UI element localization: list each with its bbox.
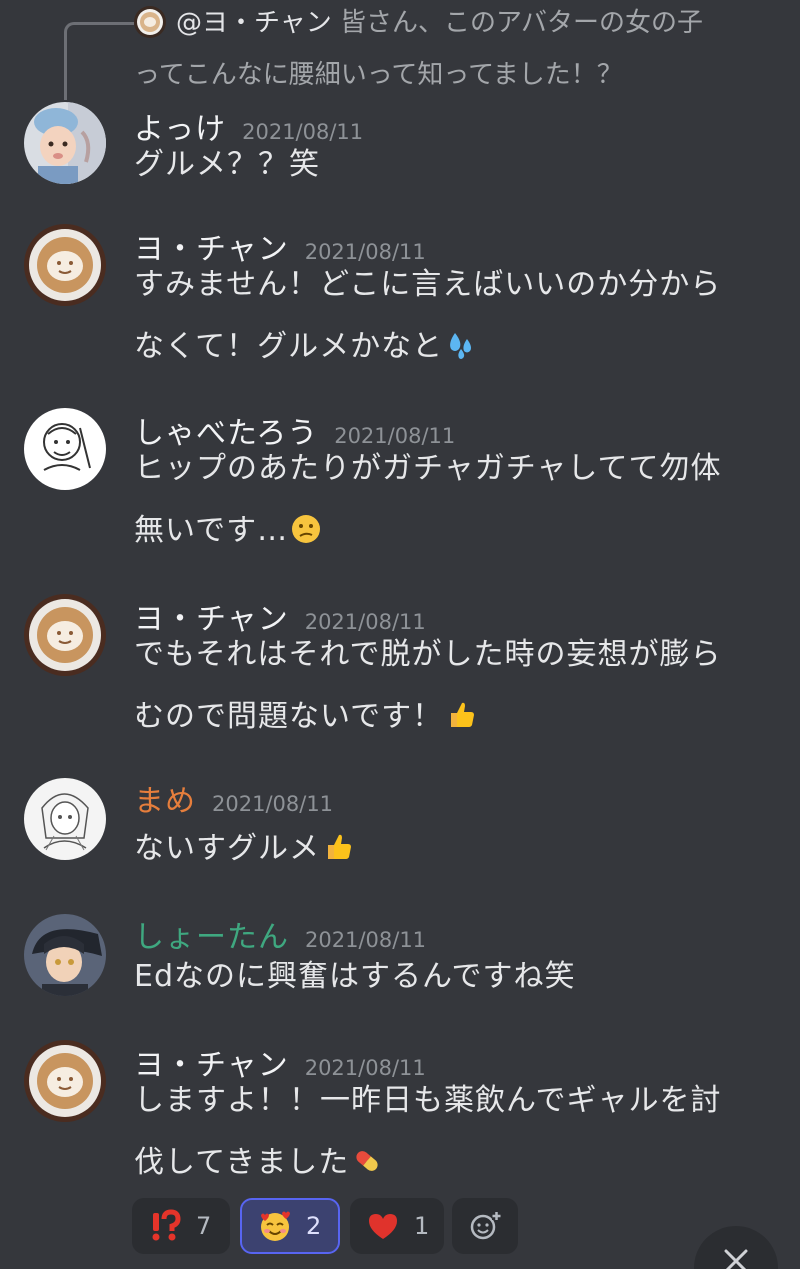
reaction-count: 1 (414, 1212, 430, 1240)
message-content: でもそれはそれで脱がした時の妄想が膨ら むので問題ないです！ (134, 624, 770, 748)
avatar[interactable] (24, 914, 106, 996)
message-line: グルメ？？笑 (134, 147, 320, 182)
interrobang-emoji (152, 1209, 181, 1241)
message-line-text: なくて！グルメかなと (134, 329, 444, 364)
avatar[interactable] (24, 1040, 106, 1122)
message-line: でもそれはそれで脱がした時の妄想が膨ら (134, 637, 722, 672)
author-name[interactable]: まめ (134, 784, 196, 819)
avatar[interactable] (24, 102, 106, 184)
message-line: すみません！どこに言えばいいのか分から (134, 267, 722, 302)
message-line: Edなのに興奮はするんですね笑 (134, 959, 576, 994)
message-line: ヒップのあたりがガチャガチャしてて勿体 (134, 451, 722, 486)
close-icon (724, 1249, 748, 1269)
message-content: Edなのに興奮はするんですね笑 (134, 946, 770, 1008)
timestamp: 2021/08/11 (212, 792, 334, 816)
message-line: しますよ！！一昨日も薬飲んでギャルを討 (134, 1083, 722, 1118)
thumbs-up-emoji (451, 702, 475, 727)
message-line-text: むので問題ないです！ (134, 699, 444, 734)
message-line: 伐してきました (134, 1132, 770, 1194)
avatar[interactable] (24, 594, 106, 676)
message-content: グルメ？？笑 (134, 134, 770, 196)
confused-face-emoji (292, 515, 321, 543)
thumbs-up-emoji (328, 834, 351, 859)
reaction-count: 7 (196, 1212, 212, 1240)
sweat-droplets-emoji (450, 333, 472, 359)
reaction-red-heart[interactable]: 1 (350, 1198, 444, 1254)
message-line: ないすグルメ (134, 818, 770, 880)
avatar[interactable] (24, 224, 106, 306)
reaction-count: 2 (306, 1212, 322, 1240)
message-content: しますよ！！一昨日も薬飲んでギャルを討 伐してきました (134, 1070, 770, 1194)
message-content: ヒップのあたりがガチャガチャしてて勿体 無いです… (134, 438, 770, 562)
message-line-text: ないすグルメ (134, 831, 320, 866)
reply-text-1: 皆さん、このアバターの女の子 (331, 8, 703, 38)
reply-line-1: @ヨ・チャン 皆さん、このアバターの女の子 (176, 4, 703, 42)
message-line: むので問題ないです！ (134, 686, 770, 748)
avatar[interactable] (24, 408, 106, 490)
add-reaction-icon (470, 1211, 501, 1240)
reply-author[interactable]: @ヨ・チャン (176, 8, 332, 38)
message-content: ないすグルメ (134, 818, 770, 880)
reply-text-2: ってこんなに腰細いって知ってました！？ (134, 60, 623, 90)
reaction-interrobang[interactable]: 7 (132, 1198, 230, 1254)
close-button[interactable] (694, 1226, 778, 1269)
reply-author-avatar (134, 6, 166, 38)
message-line: 無いです… (134, 500, 770, 562)
reply-spine (64, 22, 134, 100)
message-line-text: 無いです… (134, 513, 289, 548)
add-reaction-button[interactable] (452, 1198, 518, 1254)
red-heart-emoji (369, 1214, 397, 1239)
avatar[interactable] (24, 778, 106, 860)
message-line: なくて！グルメかなと (134, 316, 770, 378)
reply-reference[interactable]: @ヨ・チャン 皆さん、このアバターの女の子 ってこんなに腰細いって知ってました！… (0, 0, 800, 100)
chat-view: @ヨ・チャン 皆さん、このアバターの女の子 ってこんなに腰細いって知ってました！… (0, 0, 800, 1269)
pill-emoji (356, 1151, 378, 1171)
smiling-face-with-hearts-emoji (261, 1211, 290, 1241)
message-line-text: 伐してきました (134, 1145, 350, 1180)
message-content: すみません！どこに言えばいいのか分から なくて！グルメかなと (134, 254, 770, 378)
reaction-smiling-face-with-hearts[interactable]: 2 (240, 1198, 340, 1254)
